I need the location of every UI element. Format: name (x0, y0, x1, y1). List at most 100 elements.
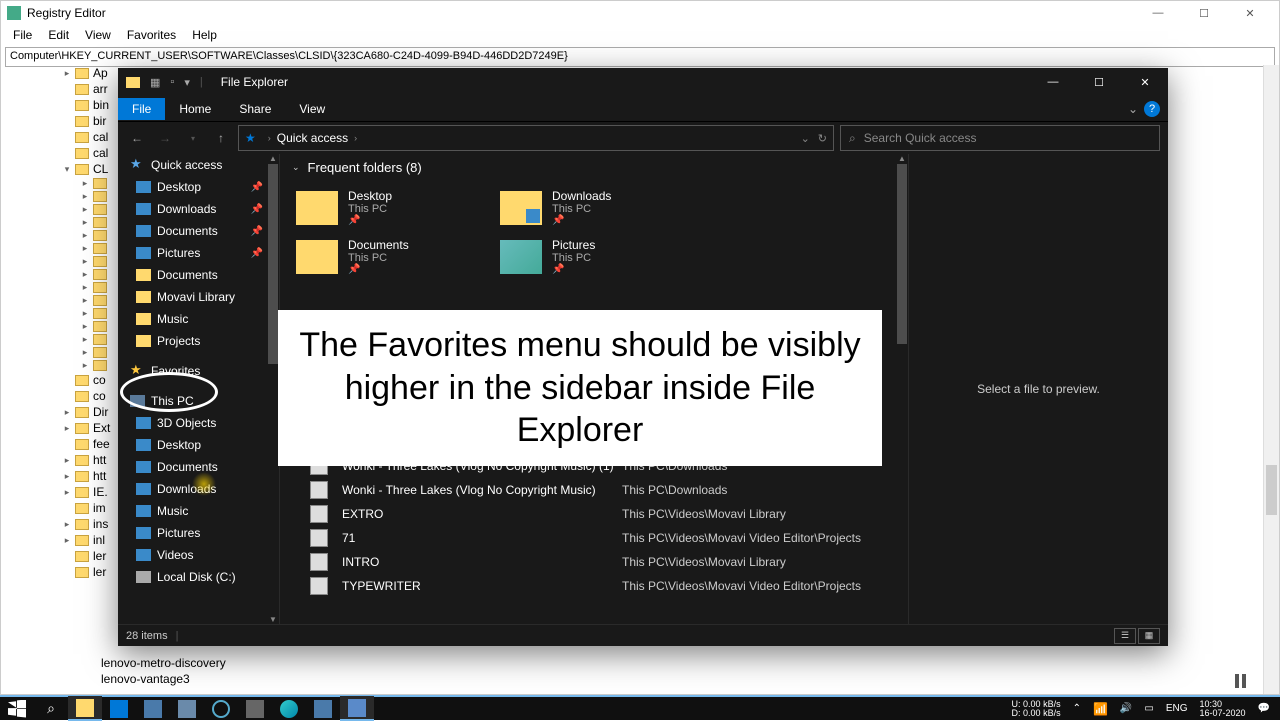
volume-icon[interactable]: 🔊 (1120, 703, 1132, 714)
sidebar-item-projects[interactable]: Projects (118, 330, 279, 352)
address-dropdown-button[interactable]: ⌄ (801, 132, 810, 145)
regedit-maximize-button[interactable]: ☐ (1181, 1, 1227, 25)
pin-icon: 📌 (251, 248, 263, 259)
sidebar-item-movavi-library[interactable]: Movavi Library (118, 286, 279, 308)
sidebar-item-downloads[interactable]: Downloads📌 (118, 198, 279, 220)
taskbar[interactable]: ⌕ U: 0.00 kB/s D: 0.00 kB/s ⌃ 📶 🔊 ▭ ENG … (0, 695, 1280, 720)
recent-file-row[interactable]: 71This PC\Videos\Movavi Video Editor\Pro… (280, 526, 908, 550)
regedit-menu-view[interactable]: View (77, 26, 119, 44)
nav-forward-button[interactable]: → (154, 127, 176, 149)
regedit-minimize-button[interactable]: — (1135, 1, 1181, 25)
regedit-scrollbar[interactable] (1263, 65, 1279, 694)
explorer-minimize-button[interactable]: — (1030, 68, 1076, 96)
taskbar-mail[interactable] (102, 696, 136, 721)
sidebar-item-documents[interactable]: Documents📌 (118, 220, 279, 242)
explorer-sidebar[interactable]: Quick accessDesktop📌Downloads📌Documents📌… (118, 154, 280, 624)
wifi-icon[interactable]: 📶 (1093, 702, 1108, 716)
tab-file[interactable]: File (118, 98, 165, 120)
ribbon-collapse-button[interactable]: ⌄ (1128, 102, 1138, 116)
sidebar-item-pictures[interactable]: Pictures📌 (118, 242, 279, 264)
sidebar-item-this-pc[interactable]: This PC (118, 390, 279, 412)
tab-home[interactable]: Home (165, 98, 225, 120)
clock[interactable]: 10:30 16-07-2020 (1200, 700, 1246, 718)
system-tray-icon[interactable]: ⌃ (1073, 703, 1081, 714)
search-button[interactable]: ⌕ (34, 696, 68, 721)
start-button[interactable] (0, 696, 34, 721)
taskbar-app[interactable] (136, 696, 170, 721)
sidebar-item-favorites[interactable]: Favorites (118, 360, 279, 382)
sidebar-item-music[interactable]: Music (118, 308, 279, 330)
regedit-menu-help[interactable]: Help (184, 26, 225, 44)
tab-view[interactable]: View (285, 98, 339, 120)
regedit-menu-favorites[interactable]: Favorites (119, 26, 184, 44)
recent-file-row[interactable]: TYPEWRITERThis PC\Videos\Movavi Video Ed… (280, 574, 908, 598)
quick-access-icon: ★ (245, 131, 256, 145)
explorer-close-button[interactable]: ✕ (1122, 68, 1168, 96)
main-scroll-thumb[interactable] (897, 164, 907, 344)
folder-tile[interactable]: DesktopThis PC📌 (292, 185, 492, 230)
nav-recent-dropdown[interactable]: ▾ (182, 127, 204, 149)
language-indicator[interactable]: ENG (1166, 703, 1188, 714)
search-input[interactable]: ⌕ Search Quick access (840, 125, 1160, 151)
recent-file-row[interactable]: Wonki - Three Lakes (Vlog No Copyright M… (280, 478, 908, 502)
sidebar-item-videos[interactable]: Videos (118, 544, 279, 566)
regedit-menu-edit[interactable]: Edit (40, 26, 77, 44)
qat-button[interactable]: ▫ (170, 76, 174, 88)
battery-icon[interactable]: ▭ (1144, 703, 1153, 714)
tab-share[interactable]: Share (225, 98, 285, 120)
regedit-scrollbar-thumb[interactable] (1266, 465, 1277, 515)
recent-file-row[interactable]: EXTROThis PC\Videos\Movavi Library (280, 502, 908, 526)
chevron-up-icon[interactable]: ▲ (269, 154, 277, 163)
sidebar-item-documents[interactable]: Documents (118, 264, 279, 286)
sidebar-item-local-disk-c-[interactable]: Local Disk (C:) (118, 566, 279, 588)
help-icon[interactable]: ? (1144, 101, 1160, 117)
sidebar-item-music[interactable]: Music (118, 500, 279, 522)
file-icon (310, 481, 328, 499)
details-view-button[interactable]: ☰ (1114, 628, 1136, 644)
sidebar-item-3d-objects[interactable]: 3D Objects (118, 412, 279, 434)
regedit-menu-file[interactable]: File (5, 26, 40, 44)
refresh-button[interactable]: ↻ (818, 132, 827, 145)
folder-tile[interactable]: DocumentsThis PC📌 (292, 234, 492, 279)
explorer-maximize-button[interactable]: ☐ (1076, 68, 1122, 96)
regedit-tree-item[interactable]: lenovo-metro-discovery (101, 655, 226, 671)
sidebar-item-downloads[interactable]: Downloads (118, 478, 279, 500)
taskbar-file-explorer[interactable] (68, 696, 102, 721)
chevron-up-icon[interactable]: ▲ (898, 154, 906, 163)
sidebar-item-pictures[interactable]: Pictures (118, 522, 279, 544)
folder-tile[interactable]: DownloadsThis PC📌 (496, 185, 696, 230)
nav-up-button[interactable]: ↑ (210, 127, 232, 149)
taskbar-edge[interactable] (272, 696, 306, 721)
sidebar-scroll-thumb[interactable] (268, 164, 278, 364)
chevron-down-icon[interactable]: ▼ (269, 615, 277, 624)
main-scrollbar[interactable]: ▲ (896, 154, 908, 624)
icons-view-button[interactable]: ▦ (1138, 628, 1160, 644)
taskbar-cortana[interactable] (204, 696, 238, 721)
folder-name: Desktop (348, 189, 392, 203)
regedit-tree-item[interactable]: lenovo-vantage3 (101, 671, 226, 687)
taskbar-app[interactable] (306, 696, 340, 721)
sidebar-item-label: This PC (151, 394, 194, 408)
file-name: TYPEWRITER (342, 579, 622, 593)
nav-back-button[interactable]: ← (126, 127, 148, 149)
sidebar-item-label: Local Disk (C:) (157, 570, 236, 584)
qat-button[interactable]: ▦ (150, 76, 160, 89)
sidebar-item-documents[interactable]: Documents (118, 456, 279, 478)
recent-file-row[interactable]: INTROThis PC\Videos\Movavi Library (280, 550, 908, 574)
regedit-close-button[interactable]: ✕ (1227, 1, 1273, 25)
qat-dropdown[interactable]: ▾ (184, 76, 190, 89)
sidebar-item-desktop[interactable]: Desktop📌 (118, 176, 279, 198)
sidebar-item-quick-access[interactable]: Quick access (118, 154, 279, 176)
address-bar[interactable]: ★ › Quick access › ⌄ ↻ (238, 125, 834, 151)
frequent-folders-header[interactable]: ⌄ Frequent folders (8) (280, 154, 908, 181)
taskbar-app[interactable] (340, 696, 374, 721)
breadcrumb[interactable]: Quick access (277, 131, 348, 145)
folder-tile[interactable]: PicturesThis PC📌 (496, 234, 696, 279)
notifications-button[interactable]: 💬 (1258, 703, 1270, 714)
regedit-address-bar[interactable]: Computer\HKEY_CURRENT_USER\SOFTWARE\Clas… (5, 47, 1275, 67)
taskbar-store[interactable] (238, 696, 272, 721)
sidebar-item-desktop[interactable]: Desktop (118, 434, 279, 456)
file-name: 71 (342, 531, 622, 545)
regedit-titlebar: Registry Editor — ☐ ✕ (1, 1, 1279, 25)
taskbar-app[interactable] (170, 696, 204, 721)
